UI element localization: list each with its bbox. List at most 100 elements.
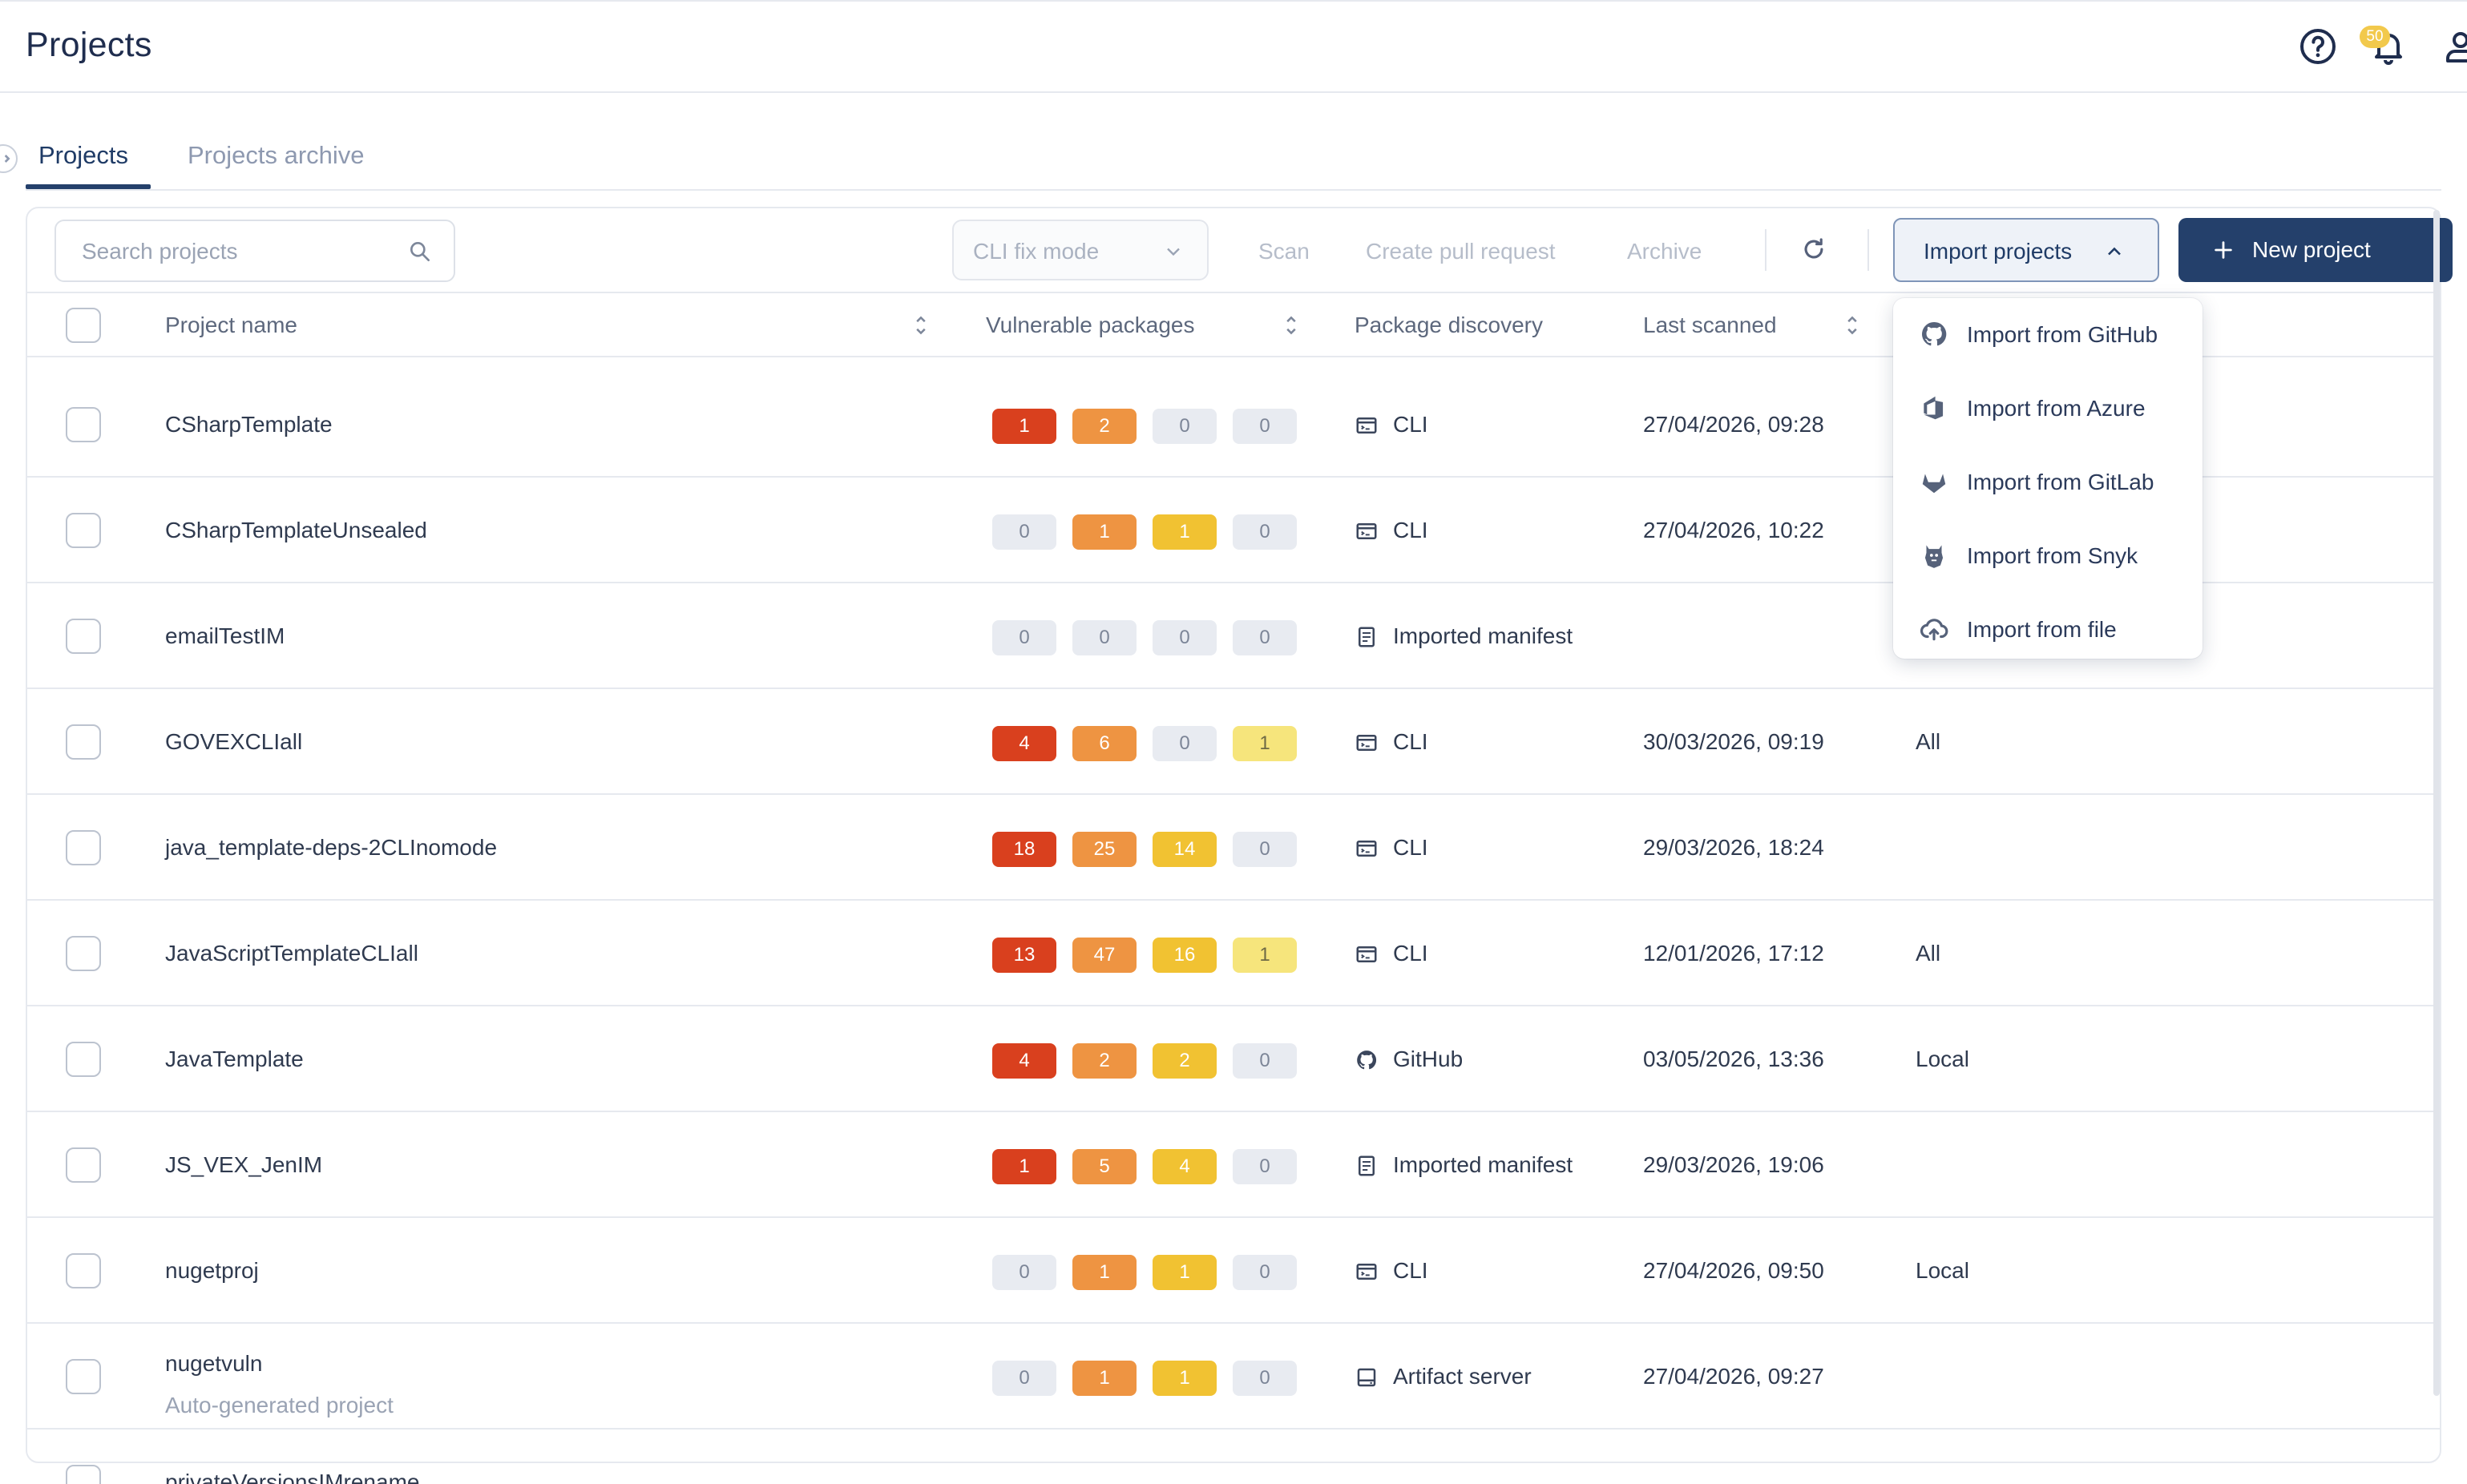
project-name-link[interactable]: emailTestIM bbox=[165, 623, 285, 649]
project-name-link[interactable]: CSharpTemplateUnsealed bbox=[165, 518, 427, 543]
project-name-link[interactable]: JS_VEX_JenIM bbox=[165, 1152, 322, 1178]
package-discovery-value: GitHub bbox=[1393, 1046, 1464, 1071]
table-row[interactable]: nugetproj 0 1 1 0 CLI 27/04/2026, 09:50 Local bbox=[27, 1218, 2440, 1324]
vulnerability-count-badge: 2 bbox=[1072, 409, 1137, 444]
row-checkbox[interactable] bbox=[66, 724, 101, 760]
table-row[interactable]: privateVersionsIMrename bbox=[27, 1430, 2440, 1484]
package-discovery-value: CLI bbox=[1393, 729, 1428, 754]
table-row[interactable]: JS_VEX_JenIM 1 5 4 0 Imported manifest 29/03/2… bbox=[27, 1112, 2440, 1218]
tab-projects[interactable]: Projects bbox=[38, 141, 128, 170]
project-name-link[interactable]: nugetproj bbox=[165, 1258, 259, 1284]
last-scanned-value: 29/03/2026, 19:06 bbox=[1643, 1152, 1824, 1177]
menu-item-import-gitlab[interactable]: Import from GitLab bbox=[1893, 446, 2203, 518]
new-project-button[interactable]: New project bbox=[2178, 218, 2453, 282]
vulnerability-count-badge: 0 bbox=[1233, 514, 1297, 550]
row-checkbox[interactable] bbox=[66, 1465, 101, 1484]
tab-projects-archive[interactable]: Projects archive bbox=[188, 141, 365, 170]
vulnerability-count-badge: 14 bbox=[1153, 832, 1217, 867]
sort-icon[interactable] bbox=[1843, 313, 1861, 338]
project-subtitle: Auto-generated project bbox=[165, 1393, 394, 1417]
row-checkbox[interactable] bbox=[66, 936, 101, 971]
refresh-icon[interactable] bbox=[1800, 236, 1827, 263]
vulnerability-count-badge: 0 bbox=[1233, 1149, 1297, 1184]
table-row[interactable]: JavaScriptTemplateCLIall 13 47 16 1 CLI 12/01/… bbox=[27, 901, 2440, 1006]
terminal-icon bbox=[1356, 946, 1377, 962]
column-header-vulnerable-packages[interactable]: Vulnerable packages bbox=[986, 313, 1194, 338]
row-checkbox[interactable] bbox=[66, 1147, 101, 1183]
package-discovery-value: CLI bbox=[1393, 941, 1428, 966]
last-scanned-value: 27/04/2026, 10:22 bbox=[1643, 518, 1824, 542]
user-icon[interactable] bbox=[2441, 27, 2467, 66]
last-scanned-value: 27/04/2026, 09:50 bbox=[1643, 1258, 1824, 1283]
server-icon bbox=[1357, 1368, 1376, 1387]
project-name-link[interactable]: nugetvuln bbox=[165, 1351, 262, 1377]
app-header: Projects bbox=[0, 0, 2467, 93]
table-row[interactable]: java_template-deps-2CLInomode 18 25 14 0 CLI 2… bbox=[27, 795, 2440, 901]
vertical-scrollbar[interactable] bbox=[2433, 210, 2440, 1396]
search-placeholder: Search projects bbox=[82, 239, 238, 264]
last-scanned-value: 12/01/2026, 17:12 bbox=[1643, 941, 1824, 966]
column-header-project-name[interactable]: Project name bbox=[165, 313, 297, 338]
vulnerability-count-badge: 1 bbox=[1072, 1255, 1137, 1290]
table-row[interactable]: GOVEXCLIall 4 6 0 1 CLI 30/03/2026, 09:19 All bbox=[27, 689, 2440, 795]
project-name-link[interactable]: JavaScriptTemplateCLIall bbox=[165, 941, 418, 966]
create-pull-request-button[interactable]: Create pull request bbox=[1366, 239, 1556, 264]
row-checkbox[interactable] bbox=[66, 1253, 101, 1288]
vulnerability-count-badge: 47 bbox=[1072, 938, 1137, 973]
archive-button[interactable]: Archive bbox=[1627, 239, 1702, 264]
vulnerability-count-badge: 0 bbox=[1153, 726, 1217, 761]
last-scanned-value: 03/05/2026, 13:36 bbox=[1643, 1046, 1824, 1071]
help-icon[interactable] bbox=[2299, 27, 2337, 66]
row-checkbox[interactable] bbox=[66, 1359, 101, 1394]
select-all-checkbox[interactable] bbox=[66, 308, 101, 343]
vulnerability-count-badge: 6 bbox=[1072, 726, 1137, 761]
terminal-icon bbox=[1356, 841, 1377, 857]
new-project-label: New project bbox=[2252, 237, 2371, 262]
vulnerability-count-badge: 1 bbox=[1233, 938, 1297, 973]
table-row[interactable]: nugetvuln Auto-generated project 0 1 1 0 Artif… bbox=[27, 1324, 2440, 1430]
vulnerability-count-badge: 4 bbox=[992, 1043, 1056, 1079]
menu-item-import-github[interactable]: Import from GitHub bbox=[1893, 298, 2203, 370]
github-icon bbox=[1922, 321, 1947, 346]
scan-button[interactable]: Scan bbox=[1258, 239, 1310, 264]
row-checkbox[interactable] bbox=[66, 619, 101, 654]
menu-item-label: Import from file bbox=[1967, 617, 2117, 642]
sort-icon[interactable] bbox=[912, 313, 930, 338]
vulnerability-count-badge: 0 bbox=[1233, 409, 1297, 444]
menu-item-label: Import from GitLab bbox=[1967, 470, 2154, 494]
search-input[interactable]: Search projects bbox=[55, 220, 455, 282]
package-discovery-value: CLI bbox=[1393, 1258, 1428, 1283]
project-name-link[interactable]: CSharpTemplate bbox=[165, 412, 333, 438]
table-row[interactable]: JavaTemplate 4 2 2 0 GitHub 03/05/2026, 13:36 L… bbox=[27, 1006, 2440, 1112]
sort-icon[interactable] bbox=[1282, 313, 1300, 338]
vulnerability-count-badge: 1 bbox=[1153, 1255, 1217, 1290]
menu-item-import-snyk[interactable]: Import from Snyk bbox=[1893, 519, 2203, 591]
row-checkbox[interactable] bbox=[66, 1042, 101, 1077]
last-scanned-value: 27/04/2026, 09:27 bbox=[1643, 1364, 1824, 1389]
menu-item-label: Import from Snyk bbox=[1967, 543, 2138, 568]
column-header-package-discovery[interactable]: Package discovery bbox=[1355, 313, 1543, 338]
row-checkbox[interactable] bbox=[66, 513, 101, 548]
menu-item-import-azure[interactable]: Import from Azure bbox=[1893, 372, 2203, 444]
project-name-link[interactable]: GOVEXCLIall bbox=[165, 729, 302, 755]
import-projects-label: Import projects bbox=[1924, 239, 2073, 264]
row-checkbox[interactable] bbox=[66, 830, 101, 865]
project-name-link[interactable]: JavaTemplate bbox=[165, 1046, 304, 1072]
menu-item-import-file[interactable]: Import from file bbox=[1893, 593, 2203, 665]
vulnerability-count-badge: 0 bbox=[992, 1361, 1056, 1396]
vulnerability-count-badge: 1 bbox=[1072, 1361, 1137, 1396]
fix-mode-select[interactable]: CLI fix mode bbox=[952, 220, 1209, 280]
package-discovery-value: Artifact server bbox=[1393, 1364, 1532, 1389]
vulnerability-count-badge: 0 bbox=[1233, 620, 1297, 655]
menu-item-label: Import from GitHub bbox=[1967, 322, 2158, 347]
vulnerability-count-badge: 4 bbox=[1153, 1149, 1217, 1184]
vulnerability-count-badge: 25 bbox=[1072, 832, 1137, 867]
column-header-last-scanned[interactable]: Last scanned bbox=[1643, 313, 1777, 338]
chevron-up-icon bbox=[2108, 247, 2121, 256]
row-checkbox[interactable] bbox=[66, 407, 101, 442]
import-projects-button[interactable]: Import projects bbox=[1893, 218, 2159, 282]
page-title: Projects bbox=[26, 26, 152, 64]
project-name-link[interactable]: java_template-deps-2CLInomode bbox=[165, 835, 497, 861]
project-name-link[interactable]: privateVersionsIMrename bbox=[165, 1470, 419, 1484]
sidebar-expand-icon[interactable] bbox=[0, 144, 18, 173]
